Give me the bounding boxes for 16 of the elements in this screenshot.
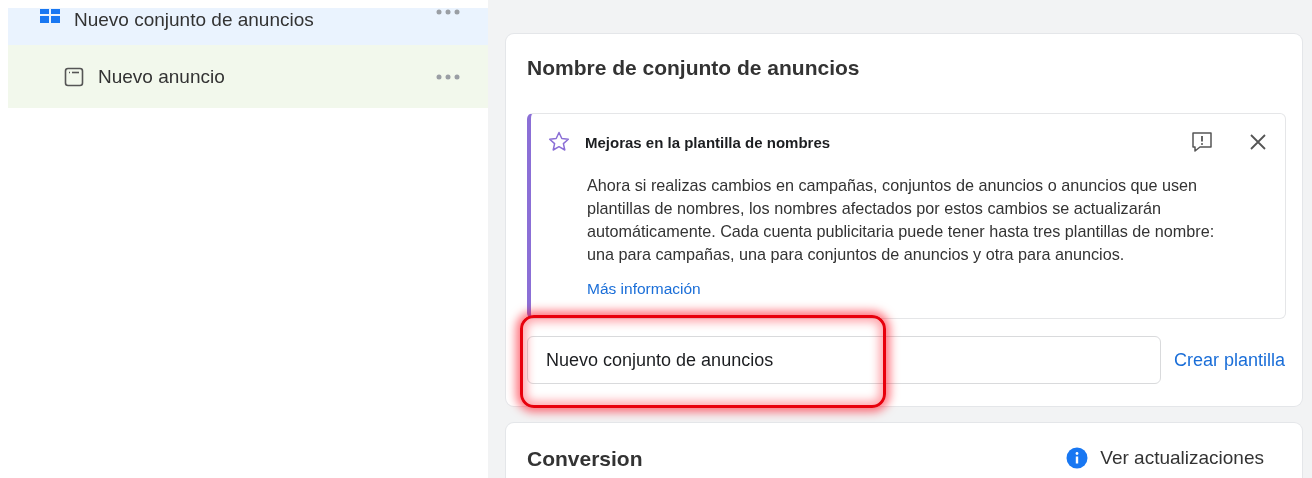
window-icon (64, 66, 84, 87)
notice-text: Ahora si realizas cambios en campañas, conjuntos de anuncios o anuncios que usen plantillas de nombres, los nombres afectados por estos cambios se actualizarán automáticamente. Cada cuenta publicitaria puede tener hasta tres plantillas de nombre: una para campañas, una para conjuntos de anuncios y otra para anuncios. (587, 175, 1216, 265)
create-template-link[interactable]: Crear plantilla (1173, 349, 1285, 371)
more-info-link[interactable]: Más información (587, 280, 701, 298)
section-title: Nombre de conjunto de anuncios (527, 56, 861, 80)
feedback-icon[interactable] (1191, 131, 1213, 153)
sidebar-item[interactable]: Nuevo anuncio (8, 45, 488, 108)
close-icon[interactable] (1249, 133, 1267, 151)
star-icon (547, 130, 571, 154)
info-icon (1066, 447, 1089, 469)
grid-icon (40, 9, 60, 23)
notice-title: Mejoras en la plantilla de nombres (585, 133, 832, 151)
section-title: Conversion (527, 447, 643, 471)
updates-link[interactable]: Ver actualizaciones (1100, 447, 1264, 469)
sidebar-item[interactable]: Nuevo conjunto de anuncios (8, 8, 488, 45)
name-input-field[interactable]: Nuevo conjunto de anuncios (527, 336, 1161, 384)
